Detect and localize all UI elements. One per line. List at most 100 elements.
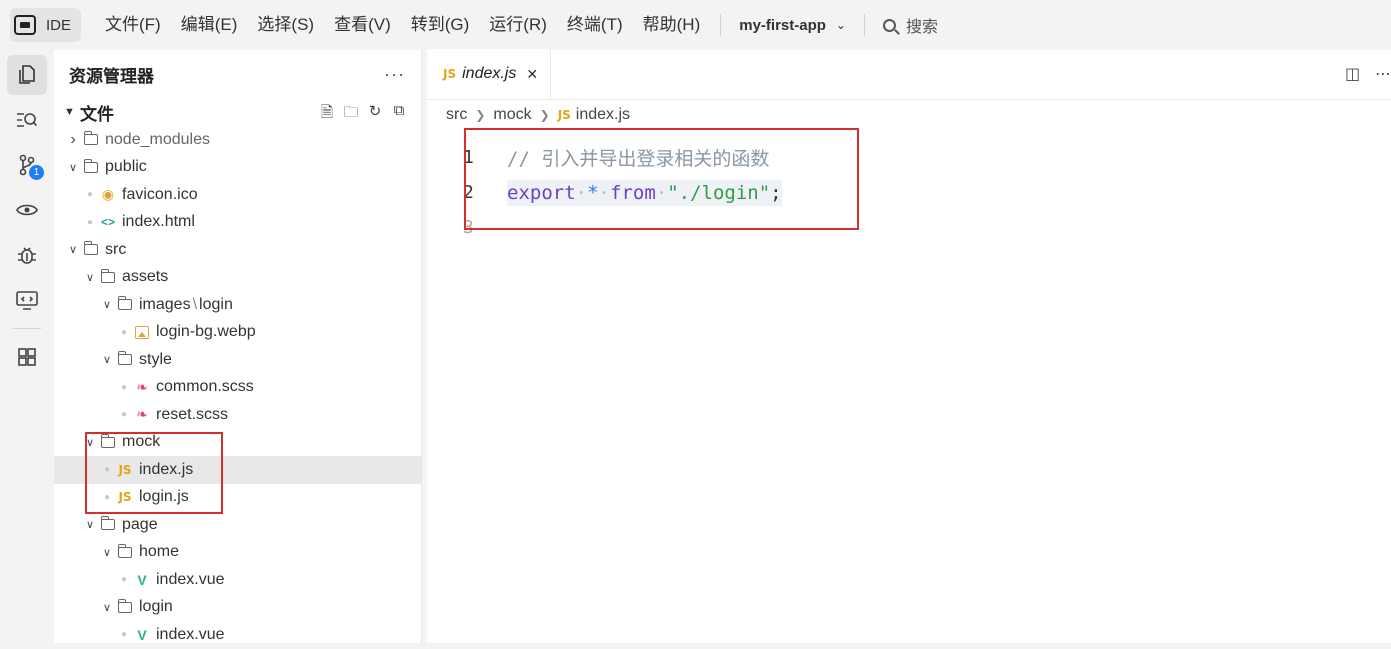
tree-file[interactable]: ● JS index.js	[54, 456, 421, 484]
tree-item-label: src	[105, 240, 127, 258]
more-actions-icon[interactable]: ···	[384, 64, 405, 85]
tab-index-js[interactable]: JS index.js ✕	[427, 49, 552, 99]
close-icon[interactable]: ✕	[526, 66, 538, 83]
indent-dot: ●	[120, 409, 128, 421]
menu-terminal[interactable]: 终端(T)	[557, 8, 633, 42]
vue-file-icon: V	[137, 626, 147, 643]
breadcrumb-item[interactable]: src	[446, 106, 467, 124]
menu-help[interactable]: 帮助(H)	[633, 8, 711, 42]
tree-file[interactable]: ● Vindex.vue	[54, 621, 421, 649]
indent-dot: ●	[103, 491, 111, 503]
chevron-right-icon: ›	[70, 130, 76, 148]
js-file-icon: JS	[118, 462, 132, 477]
code-operator: *	[587, 181, 599, 204]
folder-icon	[116, 351, 134, 366]
tree-item-label: login	[139, 598, 173, 616]
tree-file[interactable]: ● ❧ common.scss	[54, 374, 421, 402]
editor-tabs: JS index.js ✕ ◫ ⋯	[427, 49, 1391, 100]
files-section-header[interactable]: ▼ 文件 🗎 🗀 ↻ ⧉	[54, 98, 421, 126]
tree-folder[interactable]: ∨ public	[54, 154, 421, 182]
collapse-all-icon[interactable]: ⧉	[391, 102, 407, 127]
folder-icon	[82, 131, 100, 146]
tree-item-label: home	[139, 543, 180, 561]
tree-file[interactable]: ● JS login.js	[54, 484, 421, 512]
chevron-down-icon: ∨	[85, 519, 95, 532]
tree-item-label: node_modules	[105, 130, 210, 148]
code-view[interactable]: 1 // 引入并导出登录相关的函数 2 export·*·from·"./log…	[427, 140, 1391, 245]
chevron-down-icon: ∨	[102, 299, 112, 312]
html-file-icon: <>	[100, 215, 115, 230]
tree-file[interactable]: ● login-bg.webp	[54, 319, 421, 347]
more-icon[interactable]: ⋯	[1375, 64, 1391, 84]
tree-item-label: public	[105, 158, 147, 176]
breadcrumb-item[interactable]: index.js	[576, 106, 630, 124]
debug-button[interactable]	[7, 235, 47, 275]
js-file-icon: JS	[557, 108, 571, 122]
folder-icon	[99, 516, 117, 531]
menu-run[interactable]: 运行(R)	[479, 8, 557, 42]
project-selector[interactable]: my-first-app ⌄	[731, 17, 854, 34]
tree-item-label: page	[122, 515, 158, 533]
chevron-right-icon: ❯	[539, 108, 550, 122]
folder-icon	[99, 433, 117, 448]
menu-file[interactable]: 文件(F)	[95, 8, 171, 42]
scm-count-badge: 1	[29, 165, 44, 180]
main-menu: 文件(F) 编辑(E) 选择(S) 查看(V) 转到(G) 运行(R) 终端(T…	[95, 8, 710, 42]
scss-file-icon: ❧	[136, 378, 148, 395]
tree-file[interactable]: ● Vindex.vue	[54, 566, 421, 594]
code-string: "./login"	[667, 181, 771, 204]
split-editor-icon[interactable]: ◫	[1345, 64, 1361, 84]
indent-dot: ●	[120, 326, 128, 338]
code-line: 1 // 引入并导出登录相关的函数	[427, 140, 1391, 175]
tree-file[interactable]: ● ◉ favicon.ico	[54, 181, 421, 209]
tree-folder[interactable]: ∨ page	[54, 511, 421, 539]
breadcrumb-item[interactable]: mock	[493, 106, 531, 124]
line-number: 1	[463, 147, 474, 168]
tree-item-label: index.html	[122, 213, 195, 231]
tree-folder[interactable]: ∨ images \ login	[54, 291, 421, 319]
files-section-label: 文件	[80, 104, 114, 124]
tree-item-label: login-bg.webp	[156, 323, 256, 341]
chevron-down-icon: ∨	[102, 546, 112, 559]
remote-button[interactable]	[7, 280, 47, 320]
new-file-icon[interactable]: 🗎	[319, 102, 335, 127]
explorer-title: 资源管理器	[69, 66, 154, 86]
global-search[interactable]: 搜索	[875, 13, 946, 37]
explorer-button[interactable]	[7, 55, 47, 95]
image-file-icon	[133, 325, 151, 339]
new-folder-icon[interactable]: 🗀	[343, 102, 359, 127]
menu-selection[interactable]: 选择(S)	[247, 8, 324, 42]
search-panel-button[interactable]	[7, 100, 47, 140]
code-line: 3	[427, 210, 1391, 245]
tree-folder[interactable]: › node_modules	[54, 126, 421, 154]
search-icon	[882, 18, 896, 32]
tree-item-label: login.js	[139, 488, 189, 506]
tab-label: index.js	[462, 65, 517, 82]
tree-file[interactable]: ● <> index.html	[54, 209, 421, 237]
tree-folder[interactable]: ∨ style	[54, 346, 421, 374]
menu-edit[interactable]: 编辑(E)	[171, 8, 248, 42]
ide-logo-button[interactable]: IDE	[10, 8, 82, 42]
refresh-icon[interactable]: ↻	[367, 102, 383, 127]
indent-dot: ●	[120, 381, 128, 393]
tree-folder[interactable]: ∨ mock	[54, 429, 421, 457]
line-number: 2	[463, 182, 474, 203]
tree-folder[interactable]: ∨ src	[54, 236, 421, 264]
menu-go[interactable]: 转到(G)	[401, 8, 480, 42]
tree-folder[interactable]: ∨ login	[54, 594, 421, 622]
code-line: 2 export·*·from·"./login";	[427, 175, 1391, 210]
chevron-down-icon: ∨	[68, 244, 78, 257]
code-comment: // 引入并导出登录相关的函数	[507, 148, 770, 170]
preview-button[interactable]	[7, 190, 47, 230]
source-control-button[interactable]: 1	[7, 145, 47, 185]
tree-folder[interactable]: ∨ assets	[54, 264, 421, 292]
preview-icon	[16, 204, 38, 216]
extensions-button[interactable]	[7, 337, 47, 377]
ide-logo-label: IDE	[46, 16, 72, 34]
tree-item-label: index.vue	[156, 625, 225, 643]
tree-folder[interactable]: ∨ home	[54, 539, 421, 567]
tree-file[interactable]: ● ❧ reset.scss	[54, 401, 421, 429]
folder-icon	[116, 296, 134, 311]
code-keyword: export	[507, 181, 576, 204]
menu-view[interactable]: 查看(V)	[324, 8, 401, 42]
